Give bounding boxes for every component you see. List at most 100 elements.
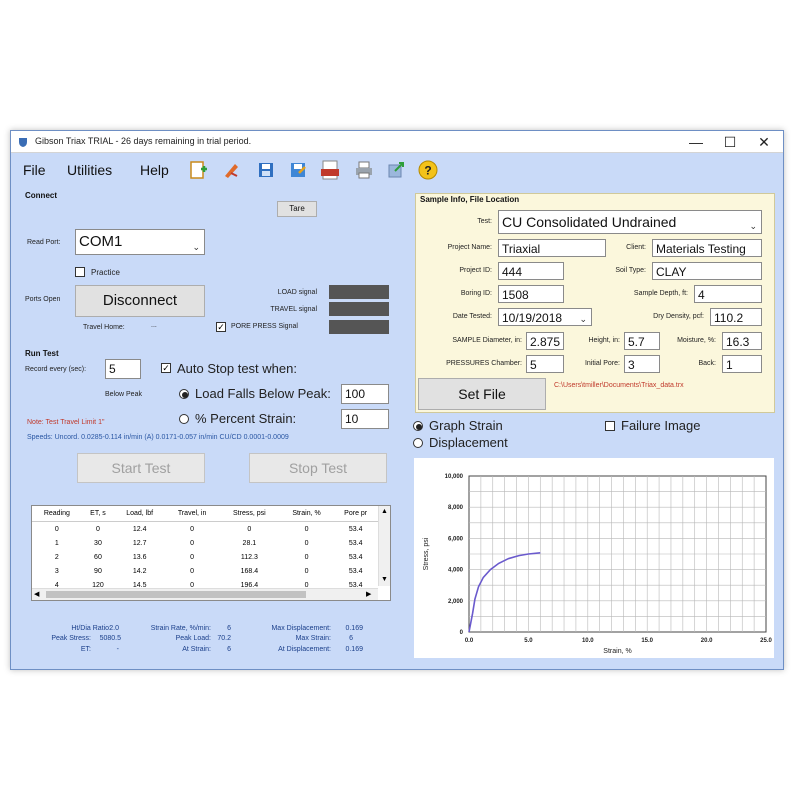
chevron-left-icon[interactable]: ◀ [34,590,39,598]
chevron-up-icon[interactable]: ▲ [381,508,388,515]
table-cell: 53.4 [348,567,363,575]
y-tick-label: 8,000 [448,505,464,511]
chart-svg: 0.0 5.0 10.0 15.0 20.0 25.0 0 2,000 4,000 6,000 8,… [423,474,772,655]
load-signal-indicator [329,285,389,299]
stop-test-button[interactable]: Stop Test [249,453,387,483]
sample-depth-input[interactable]: 4 [694,285,762,303]
save-as-icon[interactable] [287,159,309,181]
table-horizontal-scrollbar[interactable]: ◀ ▶ [32,588,378,600]
table-row[interactable]: 2 60 13.6 0 112.3 0 53.4 [32,550,378,564]
read-port-select[interactable]: COM1 ⌄ [75,229,205,255]
date-tested-picker[interactable]: 10/19/2018 ⌄ [498,308,592,326]
column-header[interactable]: Strain, % [279,506,334,522]
moisture-input[interactable]: 16.3 [722,332,762,350]
help-icon[interactable]: ? [417,159,439,181]
new-file-icon[interactable] [187,159,209,181]
start-test-button[interactable]: Start Test [77,453,205,483]
graph-strain-label: Graph Strain [429,418,503,433]
save-icon[interactable] [255,159,277,181]
set-file-button[interactable]: Set File [418,378,546,410]
read-port-label: Read Port: [27,239,61,246]
table-cell: 1 [54,539,59,547]
load-falls-radio[interactable] [179,389,189,399]
connect-header: Connect [25,191,57,200]
app-window: Gibson Triax TRIAL - 26 days remaining i… [10,130,784,670]
max-displacement-value: 0.169 [345,625,363,632]
column-header[interactable]: Stress, psi [219,506,280,522]
back-pressure-input[interactable]: 1 [722,355,762,373]
table-cell: 0 [247,525,252,533]
pdf-icon[interactable] [319,159,341,181]
table-cell: 168.4 [240,567,259,575]
print-icon[interactable] [353,159,375,181]
at-displacement-value: 0.169 [345,646,363,653]
load-falls-input[interactable]: 100 [341,384,389,404]
project-id-input[interactable]: 444 [498,262,564,280]
table-row[interactable]: 1 30 12.7 0 28.1 0 53.4 [32,536,378,550]
column-header[interactable]: Pore pr [333,506,378,522]
height-label: Height, in: [588,337,620,344]
chevron-right-icon[interactable]: ▶ [366,590,371,598]
maximize-button[interactable]: ☐ [713,131,747,153]
x-axis-label: Strain, % [603,648,631,655]
table-cell: 12.4 [132,525,147,533]
strain-rate-label: Strain Rate, %/min: [150,625,211,632]
readings-table[interactable]: Reading ET, s Load, lbf Travel, in Stres… [31,505,391,601]
initial-pore-input[interactable]: 3 [624,355,660,373]
column-header[interactable]: Load, lbf [114,506,166,522]
table-cell: 13.6 [132,553,147,561]
practice-label: Practice [91,268,120,277]
table-cell: 53.4 [348,539,363,547]
sample-diameter-input[interactable]: 2.875 [526,332,564,350]
project-name-input[interactable]: Triaxial [498,239,606,257]
load-falls-label: Load Falls Below Peak: [195,386,331,401]
disconnect-button[interactable]: Disconnect [75,285,205,317]
menu-file[interactable]: File [23,162,46,178]
y-axis-label: Stress, psi [423,537,430,570]
column-header[interactable]: Reading [32,506,82,522]
menu-bar: File Utilities Help ? [11,154,783,186]
test-select[interactable]: CU Consolidated Undrained ⌄ [498,210,762,234]
tare-button[interactable]: Tare [277,201,317,217]
chevron-down-icon[interactable]: ▼ [381,576,388,583]
displacement-radio[interactable] [413,438,423,448]
dry-density-input[interactable]: 110.2 [710,308,762,326]
chamber-pressure-input[interactable]: 5 [526,355,564,373]
table-cell: 60 [94,553,102,561]
practice-checkbox[interactable] [75,267,85,277]
boring-id-input[interactable]: 1508 [498,285,564,303]
table-cell: 0 [304,567,309,575]
menu-help[interactable]: Help [140,162,169,178]
percent-strain-radio[interactable] [179,414,189,424]
close-button[interactable]: ✕ [747,131,781,153]
menu-utilities[interactable]: Utilities [67,162,112,178]
failure-image-checkbox[interactable] [605,421,615,431]
column-header[interactable]: ET, s [81,506,115,522]
record-every-input[interactable]: 5 [105,359,141,379]
chevron-down-icon: ⌄ [749,221,757,231]
max-strain-label: Max Strain: [295,635,331,642]
export-icon[interactable] [385,159,407,181]
graph-strain-radio[interactable] [413,421,423,431]
minimize-button[interactable]: — [679,131,713,153]
column-header[interactable]: Travel, in [165,506,220,522]
height-input[interactable]: 5.7 [624,332,660,350]
table-header-row: Reading ET, s Load, lbf Travel, in Stres… [32,506,378,522]
edit-icon[interactable] [221,159,243,181]
peak-load-value: 70.2 [217,635,231,642]
table-cell: 12.7 [132,539,147,547]
auto-stop-checkbox[interactable]: ✓ [161,363,171,373]
run-test-header: Run Test [25,349,59,358]
percent-strain-input[interactable]: 10 [341,409,389,429]
scrollbar-thumb[interactable] [46,591,306,598]
sample-info-panel: Sample Info, File Location Test: CU Cons… [415,193,775,413]
date-tested-label: Date Tested: [452,313,492,320]
table-cell: 53.4 [348,553,363,561]
load-signal-label: LOAD signal [277,289,317,296]
table-row[interactable]: 0 0 12.4 0 0 0 53.4 [32,522,378,537]
pore-press-checkbox[interactable]: ✓ [216,322,226,332]
soil-type-input[interactable]: CLAY [652,262,762,280]
table-vertical-scrollbar[interactable]: ▲ ▼ [378,506,390,586]
client-input[interactable]: Materials Testing [652,239,762,257]
table-row[interactable]: 3 90 14.2 0 168.4 0 53.4 [32,564,378,578]
